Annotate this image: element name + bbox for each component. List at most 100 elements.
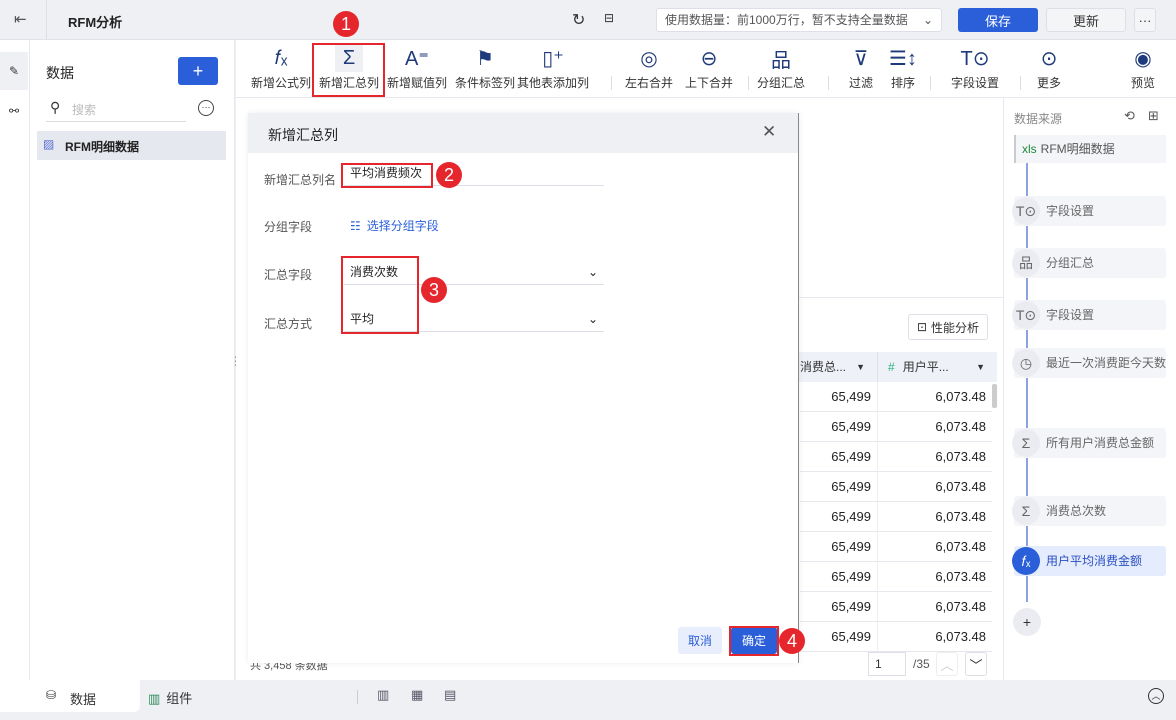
tab-components[interactable]: ▥ 组件 <box>148 688 192 707</box>
refresh-icon[interactable]: ↻ <box>572 10 585 30</box>
group-label: 分组字段 <box>264 220 313 234</box>
toolbar-label: 字段设置 <box>950 76 999 90</box>
annotation-badge: 4 <box>779 628 805 654</box>
update-button[interactable]: 更新 <box>1046 8 1126 32</box>
field-settings-icon: T⊙ <box>1012 197 1040 225</box>
fx-icon: 𝑓ₓ <box>274 46 288 69</box>
flow-source[interactable]: xls RFM明细数据 <box>1014 135 1166 163</box>
divider <box>357 690 358 704</box>
add-summary-dialog <box>248 113 799 663</box>
toolbar-preview-button[interactable]: ◉ 预览 <box>1110 44 1176 91</box>
add-table-icon[interactable]: ▦ <box>411 687 423 703</box>
merge-lr-icon: ◎ <box>640 47 658 70</box>
close-icon[interactable]: ✕ <box>762 122 776 142</box>
add-report-icon[interactable]: ▤ <box>444 687 456 703</box>
flow-step[interactable]: ◷ 最近一次消费距今天数 <box>1012 348 1167 378</box>
chart-icon: ▥ <box>148 691 161 706</box>
toolbar-more-button[interactable]: ⊙ 更多 <box>1016 44 1082 91</box>
sidebar-item-rfm[interactable]: ▨ RFM明细数据 <box>37 131 226 160</box>
table-cell: 6,073.48 <box>878 532 992 562</box>
flow-step[interactable]: 𝑓ₓ 用户平均消费金额 <box>1012 546 1166 576</box>
select-group-field-link[interactable]: ☷ 选择分组字段 <box>350 217 439 234</box>
table-cell: 65,499 <box>800 622 878 652</box>
caret-down-icon[interactable]: ▼ <box>856 352 865 382</box>
table-cell: 65,499 <box>800 502 878 532</box>
table-cell: 6,073.48 <box>878 622 992 652</box>
table-cell: 6,073.48 <box>878 562 992 592</box>
history-icon[interactable]: ⟲ <box>1124 108 1135 124</box>
toolbar-sort-button[interactable]: ☰↕ 排序 <box>870 44 936 91</box>
add-chart-icon[interactable]: ▥ <box>377 687 389 703</box>
more-button[interactable]: ··· <box>1134 8 1156 32</box>
flow-icon[interactable]: ⚯ <box>0 96 28 126</box>
add-step-button[interactable]: + <box>1013 608 1041 636</box>
toolbar-label: 左右合并 <box>624 76 673 90</box>
divider <box>828 76 829 90</box>
total-pages: /35 <box>913 657 930 671</box>
table-cell: 6,073.48 <box>878 442 992 472</box>
caret-down-icon[interactable]: ▼ <box>976 352 985 382</box>
data-limit-select[interactable]: 使用数据量：前1000万行，暂不支持全量数据 ⌄ <box>656 8 942 32</box>
flow-step[interactable]: T⊙ 字段设置 <box>1012 300 1166 330</box>
tab-data[interactable]: ⛁ 数据 <box>0 680 140 712</box>
cancel-button[interactable]: 取消 <box>678 627 722 654</box>
excel-icon: xls <box>1022 142 1037 156</box>
toolbar-add-column-button[interactable]: ▯⁺ 其他表添加列 <box>517 44 589 91</box>
column-title: 用户平... <box>902 360 949 374</box>
dialog-title: 新增汇总列 <box>268 127 338 143</box>
toolbar-label: 新增公式列 <box>250 76 311 90</box>
add-data-button[interactable]: + <box>178 57 218 85</box>
toolbar-flag-button[interactable]: ⚑ 条件标签列 <box>452 44 518 91</box>
flow-step-label: 用户平均消费金额 <box>1046 554 1143 568</box>
divider <box>1020 76 1021 90</box>
search-input[interactable]: ⚲ 搜索 <box>46 96 186 122</box>
performance-analysis-button[interactable]: ⊡ 性能分析 <box>908 314 988 340</box>
toolbar-label: 新增赋值列 <box>386 76 447 90</box>
sigma-icon: Σ <box>1012 429 1040 457</box>
scrollbar[interactable] <box>992 384 997 408</box>
lineage-icon[interactable]: ⊟ <box>604 11 614 25</box>
flow-step[interactable]: Σ 消费总次数 <box>1012 496 1166 526</box>
flow-line <box>1026 162 1028 602</box>
column-header[interactable]: 消费总... ▼ <box>798 352 878 382</box>
list-icon: ☷ <box>350 219 361 233</box>
flow-step[interactable]: T⊙ 字段设置 <box>1012 196 1166 226</box>
highlight-box <box>341 256 419 334</box>
flow-step[interactable]: 品分组汇总 <box>1012 248 1166 278</box>
collapse-up-icon[interactable]: ︿ <box>1148 688 1164 704</box>
toolbar-assign-button[interactable]: A⁼ 新增赋值列 <box>384 44 450 91</box>
sigma-icon: Σ <box>1012 497 1040 525</box>
table-cell: 65,499 <box>800 472 878 502</box>
toolbar-group-button[interactable]: 品分组汇总 <box>748 44 814 91</box>
toolbar-merge-lr-button[interactable]: ◎ 左右合并 <box>616 44 682 91</box>
table-cell: 65,499 <box>800 592 878 622</box>
toolbar-label: 排序 <box>890 76 915 90</box>
merge-tb-icon: ⊖ <box>700 47 718 70</box>
toolbar-merge-tb-button[interactable]: ⊖ 上下合并 <box>676 44 742 91</box>
highlight-box <box>341 163 433 188</box>
data-edit-icon[interactable]: ✎ <box>0 52 28 90</box>
toolbar-field-settings-button[interactable]: T⊙ 字段设置 <box>942 44 1008 91</box>
prev-page-button[interactable]: ︿ <box>936 652 958 676</box>
divider <box>611 76 612 90</box>
table-cell: 6,073.48 <box>878 472 992 502</box>
table-cell: 65,499 <box>800 532 878 562</box>
next-page-button[interactable]: ﹀ <box>965 652 987 676</box>
flow-title: 数据来源 <box>1014 112 1063 126</box>
page-input[interactable]: 1 <box>868 652 906 676</box>
more-options-icon[interactable]: ··· <box>198 100 214 116</box>
column-header[interactable]: # 用户平... ▼ <box>878 352 997 382</box>
chart-icon: ⊡ <box>916 320 928 334</box>
exit-icon[interactable]: ⇤ <box>14 10 27 28</box>
flow-step-label: 所有用户消费总金额 <box>1046 436 1155 450</box>
flow-step[interactable]: Σ 所有用户消费总金额 <box>1012 428 1166 458</box>
toolbar-fx-button[interactable]: 𝑓ₓ 新增公式列 <box>248 44 314 91</box>
sort-icon: ☰↕ <box>889 47 917 70</box>
save-button[interactable]: 保存 <box>958 8 1038 32</box>
tab-label: 数据 <box>70 692 97 707</box>
layout-icon[interactable]: ⊞ <box>1148 108 1159 124</box>
preview-icon: ◉ <box>1134 47 1152 70</box>
page-title: RFM分析 <box>68 15 123 30</box>
flow-step-label: 最近一次消费距今天数 <box>1046 356 1167 370</box>
clock-icon: ◷ <box>1012 349 1040 377</box>
